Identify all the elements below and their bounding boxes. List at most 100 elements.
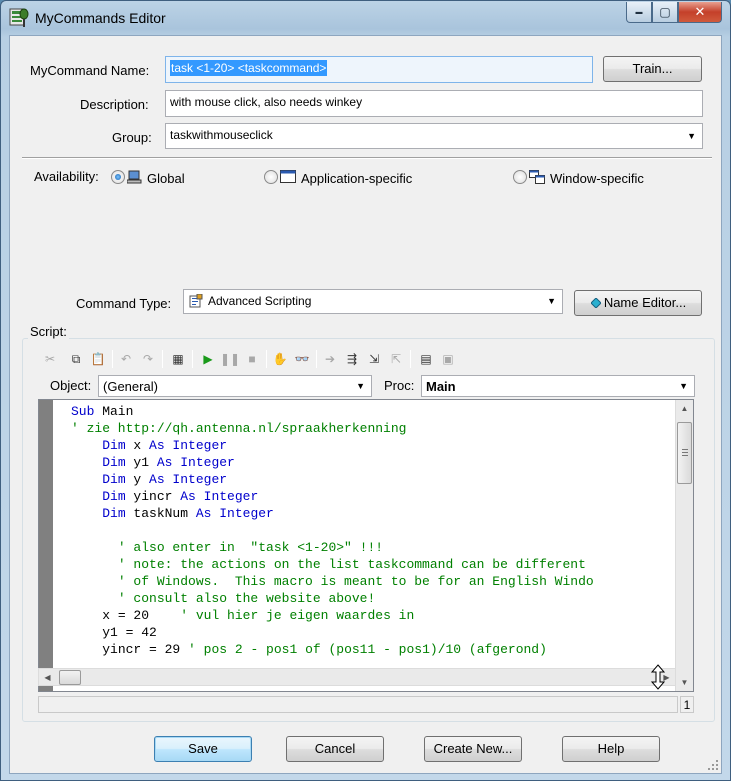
paste-icon[interactable]: 📋 bbox=[88, 349, 108, 369]
code-line[interactable]: Dim x As Integer bbox=[71, 437, 673, 454]
toolbar-separator bbox=[266, 350, 267, 368]
mycommand-name-input[interactable]: task <1-20> <taskcommand> bbox=[165, 56, 593, 83]
copy-icon[interactable]: ⧉ bbox=[66, 349, 86, 369]
step-into-icon[interactable]: ⇶ bbox=[342, 349, 362, 369]
toolbar-separator bbox=[112, 350, 113, 368]
radio-global[interactable] bbox=[111, 170, 125, 184]
description-input[interactable]: with mouse click, also needs winkey bbox=[165, 90, 703, 117]
code-line[interactable]: Dim y As Integer bbox=[71, 471, 673, 488]
minimize-button[interactable]: ▬ bbox=[626, 2, 652, 23]
proc-dropdown[interactable]: Main ▼ bbox=[421, 375, 695, 397]
code-text-segment: y bbox=[125, 472, 150, 487]
code-keyword: Dim bbox=[102, 438, 126, 453]
code-comment: ' also enter in "task <1-20>" !!! bbox=[117, 540, 384, 555]
horizontal-scroll-thumb[interactable] bbox=[59, 670, 81, 685]
horizontal-scrollbar[interactable]: ◀ ▶ bbox=[38, 668, 676, 686]
radio-application-specific[interactable] bbox=[264, 170, 278, 184]
mycommands-editor-window: MyCommands Editor ▬ ▢ ✕ MyCommand Name: … bbox=[0, 0, 731, 781]
app-microphone-icon bbox=[9, 8, 29, 27]
help-button[interactable]: Help bbox=[562, 736, 660, 762]
code-line[interactable]: y1 = 42 bbox=[71, 624, 673, 641]
code-keyword: As Integer bbox=[195, 506, 274, 521]
code-line[interactable]: Dim y1 As Integer bbox=[71, 454, 673, 471]
group-value: taskwithmouseclick bbox=[170, 128, 273, 142]
run-icon[interactable]: ▶ bbox=[198, 349, 218, 369]
code-line[interactable]: x = 20 ' vul hier je eigen waardes in bbox=[71, 607, 673, 624]
description-label: Description: bbox=[80, 97, 149, 112]
availability-application-label[interactable]: Application-specific bbox=[301, 171, 412, 186]
pause-icon[interactable]: ❚❚ bbox=[220, 349, 240, 369]
script-toolbar: ✂ ⧉ 📋 ↶ ↷ ▦ ▶ ❚❚ ■ ✋ 👓 ➔ ⇶ ⇲ ⇱ ▤ ▣ bbox=[30, 346, 690, 372]
toolbar-separator bbox=[192, 350, 193, 368]
window-icon bbox=[280, 170, 296, 183]
code-comment: ' vul hier je eigen waardes in bbox=[180, 608, 415, 623]
code-comment: ' note: the actions on the list taskcomm… bbox=[117, 557, 586, 572]
toolbar-separator bbox=[316, 350, 317, 368]
step-icon[interactable]: ➔ bbox=[320, 349, 340, 369]
command-type-dropdown[interactable]: Advanced Scripting ▼ bbox=[183, 289, 563, 314]
cancel-button[interactable]: Cancel bbox=[286, 736, 384, 762]
code-line[interactable]: ' zie http://qh.antenna.nl/spraakherkenn… bbox=[71, 420, 673, 437]
resize-grip-icon[interactable] bbox=[707, 759, 719, 771]
code-line[interactable]: Dim taskNum As Integer bbox=[71, 505, 673, 522]
step-over-icon[interactable]: ⇲ bbox=[364, 349, 384, 369]
code-comment: ' zie http://qh.antenna.nl/spraakherkenn… bbox=[71, 421, 407, 436]
close-icon: ✕ bbox=[694, 4, 706, 19]
vertical-scroll-thumb[interactable] bbox=[677, 422, 692, 484]
availability-window-label[interactable]: Window-specific bbox=[550, 171, 644, 186]
code-line[interactable]: yincr = 29 ' pos 2 - pos1 of (pos11 - po… bbox=[71, 641, 673, 658]
stop-icon[interactable]: ■ bbox=[242, 349, 262, 369]
code-keyword: As Integer bbox=[149, 438, 228, 453]
chevron-down-icon: ▼ bbox=[679, 381, 688, 391]
references-icon[interactable]: ▦ bbox=[168, 349, 188, 369]
code-keyword: Dim bbox=[102, 506, 126, 521]
object-browser-icon[interactable]: ▣ bbox=[438, 349, 458, 369]
code-text[interactable]: Sub Main ' zie http://qh.antenna.nl/spraa… bbox=[71, 403, 673, 658]
code-line[interactable]: Sub Main bbox=[71, 403, 673, 420]
availability-global-label[interactable]: Global bbox=[147, 171, 185, 186]
code-line[interactable]: ' also enter in "task <1-20>" !!! bbox=[71, 539, 673, 556]
scroll-left-icon[interactable]: ◀ bbox=[39, 669, 56, 686]
divider bbox=[22, 157, 712, 159]
object-value: (General) bbox=[103, 379, 158, 394]
code-text-segment: y1 = 42 bbox=[102, 625, 157, 640]
radio-window-specific[interactable] bbox=[513, 170, 527, 184]
title-bar[interactable]: MyCommands Editor ▬ ▢ ✕ bbox=[1, 1, 730, 35]
editor-client-area: MyCommand Name: task <1-20> <taskcommand… bbox=[9, 35, 722, 774]
chevron-down-icon: ▼ bbox=[547, 296, 556, 306]
code-line[interactable]: Dim yincr As Integer bbox=[71, 488, 673, 505]
scroll-down-icon[interactable]: ▼ bbox=[676, 674, 693, 691]
cut-icon[interactable]: ✂ bbox=[40, 349, 60, 369]
scroll-up-icon[interactable]: ▲ bbox=[676, 400, 693, 417]
minimize-icon: ▬ bbox=[635, 8, 643, 16]
availability-label: Availability: bbox=[34, 169, 99, 184]
code-keyword: Dim bbox=[102, 455, 126, 470]
name-editor-button[interactable]: Name Editor... bbox=[574, 290, 702, 316]
watch-glasses-icon[interactable]: 👓 bbox=[292, 349, 312, 369]
maximize-button[interactable]: ▢ bbox=[652, 2, 678, 23]
code-line[interactable]: ' of Windows. This macro is meant to be … bbox=[71, 573, 673, 590]
caption-buttons: ▬ ▢ ✕ bbox=[626, 2, 722, 23]
close-button[interactable]: ✕ bbox=[678, 2, 722, 23]
object-dropdown[interactable]: (General) ▼ bbox=[98, 375, 372, 397]
resize-cursor-icon bbox=[650, 664, 666, 690]
code-keyword: As Integer bbox=[180, 489, 259, 504]
redo-icon[interactable]: ↷ bbox=[138, 349, 158, 369]
dialog-editor-icon[interactable]: ▤ bbox=[416, 349, 436, 369]
code-line[interactable]: ' note: the actions on the list taskcomm… bbox=[71, 556, 673, 573]
group-dropdown[interactable]: taskwithmouseclick ▼ bbox=[165, 123, 703, 149]
create-new-button[interactable]: Create New... bbox=[424, 736, 522, 762]
step-out-icon[interactable]: ⇱ bbox=[386, 349, 406, 369]
code-text-segment: y1 bbox=[125, 455, 157, 470]
breakpoint-hand-icon[interactable]: ✋ bbox=[270, 349, 290, 369]
editor-gutter[interactable] bbox=[39, 400, 53, 691]
code-keyword: Sub bbox=[71, 404, 95, 419]
vertical-scrollbar[interactable]: ▲ ▼ bbox=[675, 400, 693, 691]
code-line[interactable]: ' consult also the website above! bbox=[71, 590, 673, 607]
code-line[interactable] bbox=[71, 522, 673, 539]
train-button[interactable]: Train... bbox=[603, 56, 702, 82]
save-button[interactable]: Save bbox=[154, 736, 252, 762]
undo-icon[interactable]: ↶ bbox=[116, 349, 136, 369]
script-code-editor[interactable]: Sub Main ' zie http://qh.antenna.nl/spraa… bbox=[38, 399, 694, 692]
command-type-value: Advanced Scripting bbox=[208, 294, 312, 308]
